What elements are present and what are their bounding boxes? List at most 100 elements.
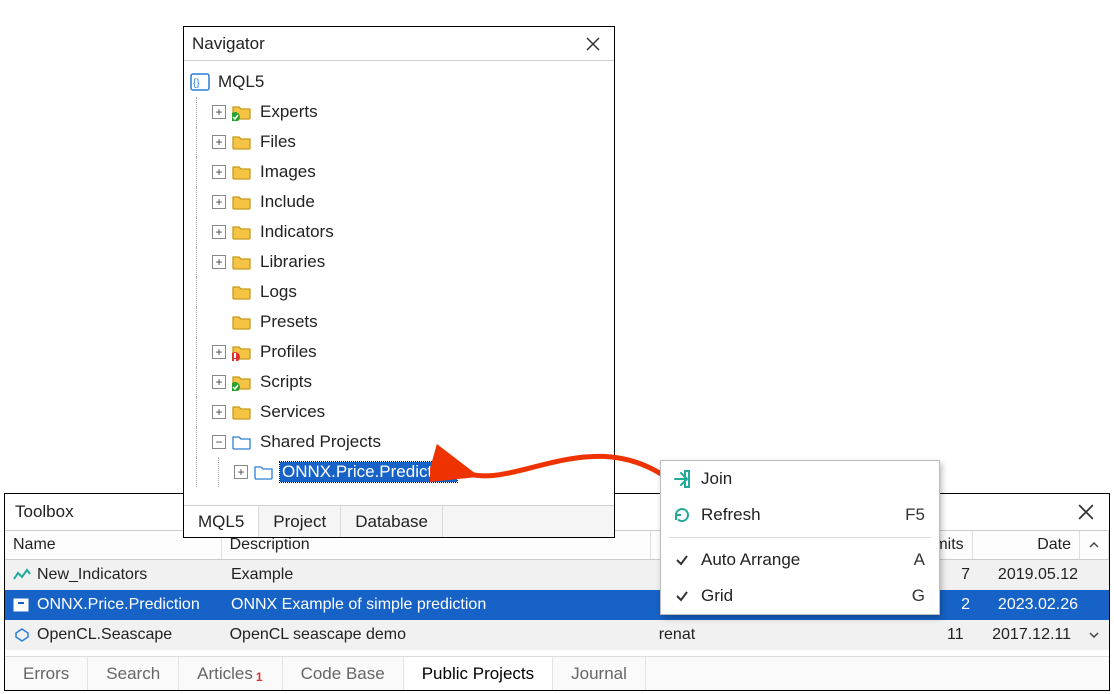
indicator-icon <box>13 566 31 584</box>
tree-item-profiles[interactable]: + Profiles <box>190 337 608 367</box>
ctx-refresh-shortcut: F5 <box>905 505 925 525</box>
navigator-title: Navigator <box>192 34 580 54</box>
tree-label: Indicators <box>258 222 336 242</box>
folder-icon <box>232 373 252 391</box>
tree-item-shared-child[interactable]: + ONNX.Price.Prediction <box>190 457 608 487</box>
row-date: 2017.12.11 <box>973 620 1080 650</box>
ctx-grid-shortcut: G <box>912 586 925 606</box>
collapse-icon[interactable]: − <box>212 435 226 449</box>
check-icon <box>671 589 693 603</box>
scrollbar[interactable] <box>1087 590 1109 620</box>
check-icon <box>671 553 693 567</box>
tree-item-services[interactable]: + Services <box>190 397 608 427</box>
tree-label: Presets <box>258 312 320 332</box>
tree-item-logs[interactable]: Logs <box>190 277 608 307</box>
context-menu: Join Refresh F5 Auto Arrange A Grid G <box>660 460 940 615</box>
nav-tab-project[interactable]: Project <box>259 506 341 537</box>
tree-item-include[interactable]: + Include <box>190 187 608 217</box>
tree-label: Include <box>258 192 317 212</box>
row-name: OpenCL.Seascape <box>37 626 172 644</box>
ctx-grid[interactable]: Grid G <box>661 578 939 614</box>
expand-icon[interactable]: + <box>212 105 226 119</box>
expand-icon[interactable]: + <box>212 255 226 269</box>
navigator-titlebar[interactable]: Navigator <box>184 27 614 61</box>
folder-icon <box>232 313 252 331</box>
navigator-tabs: MQL5ProjectDatabase <box>184 505 614 537</box>
tree-root[interactable]: {} MQL5 <box>190 67 608 97</box>
folder-icon <box>232 403 252 421</box>
expand-icon[interactable]: + <box>212 405 226 419</box>
mql5-icon: {} <box>190 73 210 91</box>
tree-label: Logs <box>258 282 299 302</box>
expand-icon[interactable]: + <box>234 465 248 479</box>
expand-icon[interactable]: + <box>212 135 226 149</box>
tree-item-shared projects[interactable]: − Shared Projects <box>190 427 608 457</box>
scrollbar[interactable] <box>1087 560 1109 590</box>
tb-tab-code base[interactable]: Code Base <box>283 657 404 690</box>
ctx-grid-label: Grid <box>701 586 912 606</box>
toolbox-tabs: ErrorsSearchArticles1Code BasePublic Pro… <box>5 656 1109 690</box>
tb-tab-public projects[interactable]: Public Projects <box>404 657 553 690</box>
tb-tab-search[interactable]: Search <box>88 657 179 690</box>
scroll-down-icon[interactable] <box>1080 620 1109 650</box>
tree-label: Images <box>258 162 318 182</box>
scroll-up-icon[interactable] <box>1080 531 1109 559</box>
folder-icon <box>232 163 252 181</box>
folder-icon <box>232 343 252 361</box>
row-date: 2019.05.12 <box>979 560 1087 590</box>
tree-item-files[interactable]: + Files <box>190 127 608 157</box>
folder-icon <box>232 223 252 241</box>
folder-icon <box>232 433 252 451</box>
expand-icon[interactable]: + <box>212 225 226 239</box>
tree-item-experts[interactable]: + Experts <box>190 97 608 127</box>
tb-tab-journal[interactable]: Journal <box>553 657 646 690</box>
ctx-separator <box>669 537 931 538</box>
row-mits: 11 <box>873 620 972 650</box>
row-name: ONNX.Price.Prediction <box>37 596 200 614</box>
folder-icon <box>232 253 252 271</box>
tree-item-scripts[interactable]: + Scripts <box>190 367 608 397</box>
expand-icon[interactable]: + <box>212 345 226 359</box>
folder-icon <box>232 193 252 211</box>
tree-item-libraries[interactable]: + Libraries <box>190 247 608 277</box>
close-icon[interactable] <box>580 31 606 57</box>
row-date: 2023.02.26 <box>979 590 1087 620</box>
table-row[interactable]: OpenCL.Seascape OpenCL seascape demo ren… <box>5 620 1109 650</box>
join-icon <box>671 470 693 488</box>
expand-icon <box>212 315 226 329</box>
ctx-auto-arrange[interactable]: Auto Arrange A <box>661 542 939 578</box>
tree-label: MQL5 <box>216 72 266 92</box>
ctx-auto-shortcut: A <box>914 550 925 570</box>
tb-tab-errors[interactable]: Errors <box>5 657 88 690</box>
table-row[interactable]: New_Indicators Example 7 2019.05.12 <box>5 560 1109 590</box>
expand-icon[interactable]: + <box>212 165 226 179</box>
badge-count: 1 <box>256 670 263 684</box>
tree-label: Services <box>258 402 327 422</box>
ctx-refresh[interactable]: Refresh F5 <box>661 497 939 533</box>
folder-icon <box>232 133 252 151</box>
tree-label: Profiles <box>258 342 319 362</box>
nav-tab-mql5[interactable]: MQL5 <box>184 506 259 537</box>
close-icon[interactable] <box>1073 499 1099 525</box>
folder-icon <box>232 103 252 121</box>
expand-icon[interactable]: + <box>212 375 226 389</box>
table-row[interactable]: ONNX.Price.Prediction ONNX Example of si… <box>5 590 1109 620</box>
ctx-join-label: Join <box>701 469 925 489</box>
nav-tab-database[interactable]: Database <box>341 506 443 537</box>
tree-label: Scripts <box>258 372 314 392</box>
col-date[interactable]: Date <box>973 531 1080 559</box>
refresh-icon <box>671 506 693 524</box>
expand-icon <box>212 285 226 299</box>
tree-label: Files <box>258 132 298 152</box>
tb-tab-articles[interactable]: Articles1 <box>179 657 282 690</box>
toolbox-rows: New_Indicators Example 7 2019.05.12 ONNX… <box>5 560 1109 650</box>
tree-label: Libraries <box>258 252 327 272</box>
navigator-panel: Navigator {} MQL5 + Experts + Files + Ima… <box>183 26 615 538</box>
ctx-join[interactable]: Join <box>661 461 939 497</box>
tree-item-images[interactable]: + Images <box>190 157 608 187</box>
tree-item-indicators[interactable]: + Indicators <box>190 217 608 247</box>
tree-item-presets[interactable]: Presets <box>190 307 608 337</box>
navigator-tree[interactable]: {} MQL5 + Experts + Files + Images + Incl… <box>184 61 614 503</box>
svg-text:{}: {} <box>193 78 200 89</box>
expand-icon[interactable]: + <box>212 195 226 209</box>
